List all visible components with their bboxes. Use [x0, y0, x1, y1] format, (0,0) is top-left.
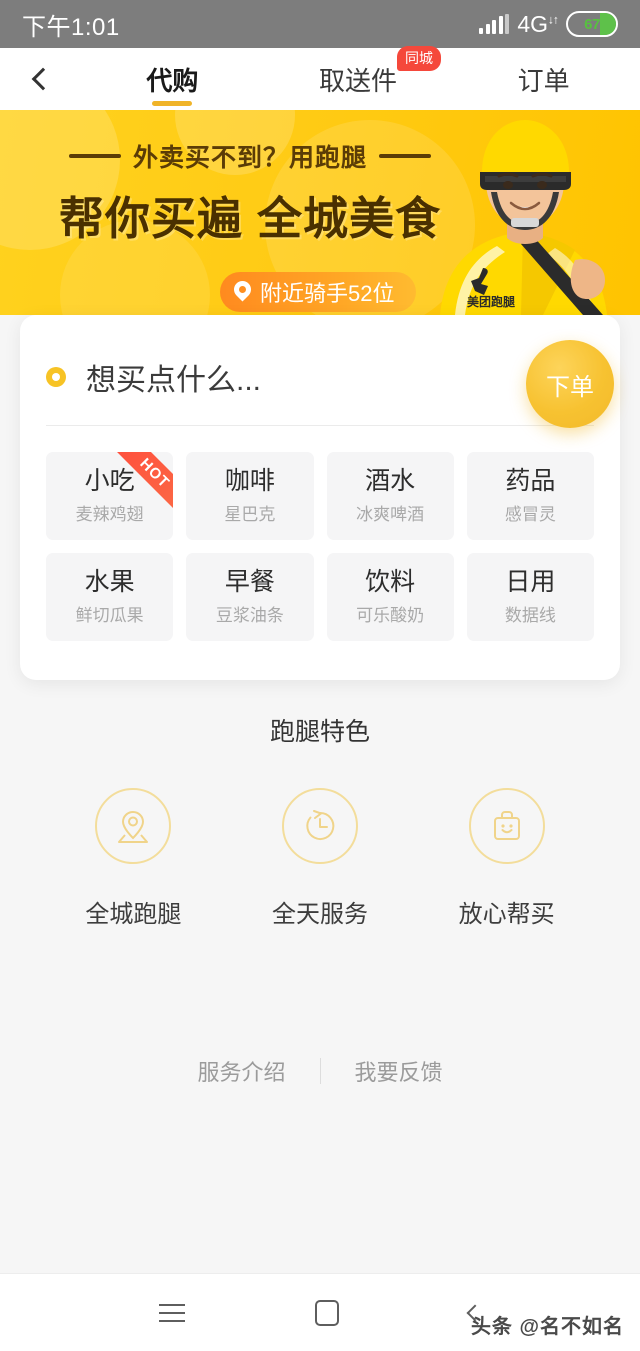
banner-subheadline: 外卖买不到？用跑腿 — [40, 138, 460, 174]
footer-link-service-intro[interactable]: 服务介绍 — [197, 1055, 285, 1087]
network-type-label: 4G↓↑ — [517, 10, 559, 37]
category-item-riyong[interactable]: 日用 数据线 — [466, 553, 594, 641]
category-subtitle: 豆浆油条 — [215, 606, 284, 626]
signal-bars-icon — [479, 14, 510, 34]
feature-icon-wrapper — [281, 788, 358, 864]
search-input-row[interactable]: 想买点什么... — [46, 315, 594, 425]
feature-label: 全城跑腿 — [85, 901, 182, 928]
app-screen: 下午1:01 4G↓↑ 67 代购 取送件 同城 订单 美团跑腿 外卖买不到？用… — [0, 0, 640, 1351]
tab-qusongjian[interactable]: 取送件 同城 — [315, 46, 441, 110]
search-input[interactable]: 想买点什么... — [86, 355, 594, 399]
banner-headline-part2: 全城美食 — [257, 193, 442, 244]
category-item-jiushui[interactable]: 酒水 冰爽啤酒 — [326, 452, 454, 540]
feature-citywide[interactable]: 全城跑腿 — [58, 788, 208, 929]
active-tab-underline — [152, 101, 193, 106]
features-title: 跑腿特色 — [269, 718, 370, 746]
tab-badge-tongcheng: 同城 — [396, 46, 441, 71]
category-title: 咖啡 — [224, 466, 275, 495]
hamburger-icon[interactable] — [159, 1303, 185, 1322]
category-item-shuiguo[interactable]: 水果 鲜切瓜果 — [46, 553, 174, 641]
category-item-kafei[interactable]: 咖啡 星巴克 — [186, 452, 314, 540]
category-item-yaopin[interactable]: 药品 感冒灵 — [466, 452, 594, 540]
top-navigation-bar: 代购 取送件 同城 订单 — [0, 46, 640, 110]
category-title: 酒水 — [365, 466, 416, 495]
category-subtitle: 数据线 — [504, 606, 556, 626]
category-item-zaocan[interactable]: 早餐 豆浆油条 — [186, 553, 314, 641]
tab-dingdan[interactable]: 订单 — [514, 48, 574, 110]
category-title: 小吃 — [84, 466, 135, 495]
status-time: 下午1:01 — [22, 13, 120, 41]
svg-text:美团跑腿: 美团跑腿 — [467, 294, 516, 309]
category-title: 日用 — [505, 567, 556, 596]
category-item-yinliao[interactable]: 饮料 可乐酸奶 — [326, 553, 454, 641]
tab-label: 订单 — [517, 65, 570, 96]
rule-right — [379, 154, 431, 158]
back-button[interactable] — [0, 48, 86, 110]
category-title: 水果 — [84, 567, 135, 596]
status-bar: 下午1:01 4G↓↑ 67 — [0, 0, 640, 48]
tab-label: 代购 — [146, 65, 199, 96]
category-subtitle: 麦辣鸡翅 — [75, 505, 144, 525]
banner-headline: 帮你买遍 全城美食 — [40, 182, 460, 247]
banner-copy: 外卖买不到？用跑腿 帮你买遍 全城美食 — [40, 138, 460, 247]
promo-banner[interactable]: 美团跑腿 外卖买不到？用跑腿 帮你买遍 全城美食 附近骑手52位 — [0, 110, 640, 315]
nearby-riders-badge: 附近骑手52位 — [220, 272, 417, 312]
features-row: 全城跑腿 全天服务 放心帮买 — [0, 788, 640, 929]
square-icon[interactable] — [315, 1299, 339, 1326]
feature-icon-wrapper — [95, 788, 172, 864]
rule-left — [68, 154, 121, 158]
watermark: 头条 @名不如名 — [470, 1316, 624, 1338]
footer-link-feedback[interactable]: 我要反馈 — [355, 1055, 443, 1087]
features-section: 跑腿特色 全城跑腿 全天服务 放心帮买 — [0, 712, 640, 929]
clock-refresh-icon — [306, 810, 335, 840]
feature-safe-buy[interactable]: 放心帮买 — [432, 788, 582, 929]
location-pin-icon — [234, 281, 251, 303]
battery-percent-label: 67 — [584, 15, 600, 33]
category-subtitle: 鲜切瓜果 — [75, 606, 144, 626]
category-subtitle: 可乐酸奶 — [356, 606, 425, 626]
nearby-riders-label: 附近骑手52位 — [260, 281, 395, 306]
chevron-left-icon — [31, 67, 55, 91]
origin-dot-icon — [46, 367, 66, 387]
tab-label: 取送件 — [318, 65, 397, 96]
category-subtitle: 感冒灵 — [504, 505, 556, 525]
battery-icon: 67 — [566, 11, 618, 37]
footer-separator — [319, 1058, 321, 1084]
category-grid: HOT 小吃 麦辣鸡翅 咖啡 星巴克 酒水 冰爽啤酒 药品 感冒灵 水果 鲜切瓜… — [46, 426, 594, 641]
status-indicators: 4G↓↑ 67 — [479, 11, 618, 38]
category-subtitle: 冰爽啤酒 — [356, 505, 425, 525]
map-pin-icon — [118, 810, 149, 843]
feature-allday[interactable]: 全天服务 — [245, 788, 395, 929]
feature-icon-wrapper — [468, 788, 545, 864]
feature-label: 全天服务 — [271, 901, 368, 928]
tab-daigou[interactable]: 代购 — [142, 48, 202, 110]
category-subtitle: 星巴克 — [224, 505, 276, 525]
shopping-bag-smile-icon — [493, 811, 520, 840]
category-title: 饮料 — [365, 567, 416, 596]
category-title: 药品 — [505, 466, 556, 495]
tab-bar: 代购 取送件 同城 订单 — [86, 46, 640, 110]
category-title: 早餐 — [224, 567, 275, 596]
category-item-xiaochi[interactable]: HOT 小吃 麦辣鸡翅 — [46, 452, 174, 540]
footer-links: 服务介绍 我要反馈 — [0, 1055, 640, 1087]
banner-subheadline-text: 外卖买不到？用跑腿 — [132, 144, 367, 172]
banner-headline-part1: 帮你买遍 — [58, 193, 243, 244]
feature-label: 放心帮买 — [458, 901, 555, 928]
place-order-button[interactable]: 下单 — [526, 340, 614, 428]
